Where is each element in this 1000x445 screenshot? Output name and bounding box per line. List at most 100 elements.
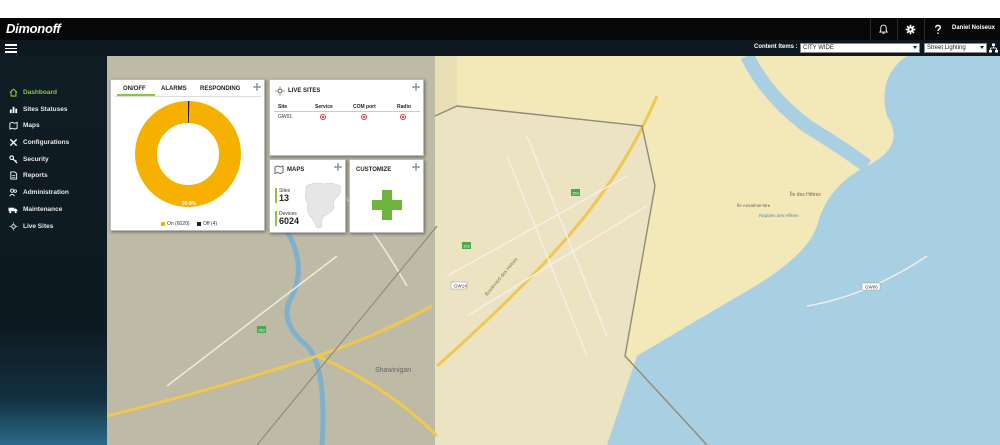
- devices-stat: Devices 6024: [275, 211, 299, 226]
- network-icon[interactable]: [989, 43, 998, 53]
- map-icon: [274, 165, 284, 174]
- sidebar-item-label: Configurations: [23, 138, 70, 146]
- route-shield: 153: [258, 328, 265, 333]
- north-america-map-icon: [305, 183, 341, 229]
- bar-chart-icon: [8, 104, 18, 114]
- move-icon[interactable]: [253, 83, 261, 91]
- legend-off-label: Off (4): [203, 221, 218, 227]
- hamburger-line: [5, 44, 17, 46]
- column-header: Site: [278, 104, 288, 110]
- column-header: COM port: [353, 104, 376, 110]
- route-shield: 153: [463, 244, 470, 249]
- sidebar-item-label: Maintenance: [23, 205, 63, 213]
- content-type-select-value: Street Lighting: [927, 45, 966, 51]
- legend-off: Off (4): [197, 221, 217, 227]
- settings-button[interactable]: [897, 18, 923, 40]
- sites-value: 13: [279, 193, 290, 203]
- sidebar-item-label: Sites Statuses: [23, 105, 68, 113]
- sidebar-item-label: Live Sites: [23, 222, 54, 230]
- users-icon: [8, 187, 18, 197]
- sidebar-item-dashboard[interactable]: Dashboard: [0, 84, 107, 100]
- sidebar-item-label: Maps: [23, 121, 40, 129]
- plus-icon[interactable]: [372, 200, 402, 210]
- map-road-id: GW14: [454, 284, 467, 289]
- map-label-ile-ansalmer: Île Ansalmer-Bre: [736, 202, 771, 208]
- truck-icon: [8, 204, 18, 214]
- tab-alarms[interactable]: ALARMS: [161, 86, 187, 92]
- sidebar-item-label: Administration: [23, 188, 69, 196]
- move-icon[interactable]: [334, 163, 342, 171]
- sidebar-item-live-sites[interactable]: Live Sites: [0, 218, 107, 234]
- maps-widget: MAPS Sites 13 Devices 6024: [269, 159, 346, 233]
- widget-title: LIVE SITES: [288, 88, 321, 94]
- user-name[interactable]: Daniel Noiseux: [952, 25, 995, 31]
- route-shield: 153: [572, 191, 579, 196]
- live-sites-widget: LIVE SITES Site Service COM port Radio G…: [269, 79, 424, 156]
- sidebar-item-label: Reports: [23, 171, 48, 179]
- sidebar-item-maintenance[interactable]: Maintenance: [0, 201, 107, 217]
- widget-title: CUSTOMIZE: [356, 167, 392, 173]
- move-icon[interactable]: [412, 163, 420, 171]
- map-icon: [8, 120, 18, 130]
- gear-icon: [905, 24, 916, 34]
- top-bar: Dimonoff Daniel Noiseux: [0, 18, 1000, 40]
- legend-swatch: [197, 222, 201, 226]
- sidebar-item-reports[interactable]: Reports: [0, 167, 107, 183]
- donut-percent-label: 99.9%: [182, 201, 197, 207]
- tab-divider: [115, 96, 261, 97]
- content-items-label: Content Items :: [754, 44, 798, 50]
- key-icon: [8, 154, 18, 164]
- sites-stat: Sites 13: [275, 188, 290, 203]
- radio-status-icon[interactable]: [400, 114, 406, 120]
- content-type-select[interactable]: Street Lighting: [924, 43, 987, 53]
- sidebar-item-label: Dashboard: [23, 88, 57, 96]
- content-toolbar: Content Items : CITY WIDE Street Lightin…: [0, 40, 1000, 56]
- onoff-donut-chart[interactable]: [133, 99, 243, 209]
- chevron-down-icon: [980, 46, 984, 49]
- column-header: Service: [315, 104, 333, 110]
- hamburger-line: [5, 47, 17, 50]
- onoff-widget: ON/OFF ALARMS RESPONDING 99.9% On (6020)…: [110, 79, 265, 231]
- light-icon: [275, 86, 285, 96]
- donut-on-segment[interactable]: [135, 101, 241, 207]
- widget-title: MAPS: [287, 167, 305, 173]
- chevron-down-icon: [913, 46, 917, 49]
- home-icon: [8, 87, 18, 97]
- bell-icon: [878, 24, 889, 34]
- notifications-button[interactable]: [870, 18, 896, 40]
- sidebar-item-administration[interactable]: Administration: [0, 184, 107, 200]
- sidebar-item-configurations[interactable]: Configurations: [0, 134, 107, 150]
- legend-swatch: [161, 222, 165, 226]
- com-port-status-icon[interactable]: [361, 114, 367, 120]
- menu-toggle-button[interactable]: [5, 44, 17, 53]
- devices-value: 6024: [279, 216, 300, 226]
- tab-responding[interactable]: RESPONDING: [200, 86, 240, 92]
- logo[interactable]: Dimonoff: [6, 21, 61, 36]
- move-icon[interactable]: [412, 83, 420, 91]
- table-divider: [274, 111, 420, 112]
- content-items-select-value: CITY WIDE: [803, 45, 834, 51]
- customize-widget[interactable]: CUSTOMIZE: [349, 159, 424, 233]
- sidebar-item-security[interactable]: Security: [0, 151, 107, 167]
- hamburger-line: [5, 51, 17, 53]
- service-status-icon[interactable]: [320, 114, 326, 120]
- sidebar-item-label: Security: [23, 155, 49, 163]
- map-label-ile-des-hetres: Île des Hêtres: [789, 191, 821, 198]
- light-icon: [8, 221, 18, 231]
- help-icon: [934, 24, 941, 34]
- legend-on-label: On (6020): [167, 221, 190, 227]
- content-items-select[interactable]: CITY WIDE: [800, 43, 920, 53]
- sidebar-item-maps[interactable]: Maps: [0, 117, 107, 133]
- help-button[interactable]: [924, 18, 950, 40]
- map-road-id: GW06: [865, 285, 878, 290]
- map-label-rapides: Rapides des Hêtres: [759, 213, 799, 218]
- map-label-shawinigan: Shawinigan: [375, 367, 411, 374]
- sidebar-nav: Dashboard Sites Statuses Maps Configurat…: [0, 56, 107, 445]
- site-cell[interactable]: GW01: [278, 114, 292, 120]
- tab-onoff[interactable]: ON/OFF: [123, 86, 146, 92]
- sidebar-item-sites-statuses[interactable]: Sites Statuses: [0, 101, 107, 117]
- legend-on: On (6020): [161, 221, 190, 227]
- app-window: Dimonoff Daniel Noiseux Content Items: …: [0, 18, 1000, 445]
- wrench-icon: [8, 137, 18, 147]
- column-header: Radio: [397, 104, 411, 110]
